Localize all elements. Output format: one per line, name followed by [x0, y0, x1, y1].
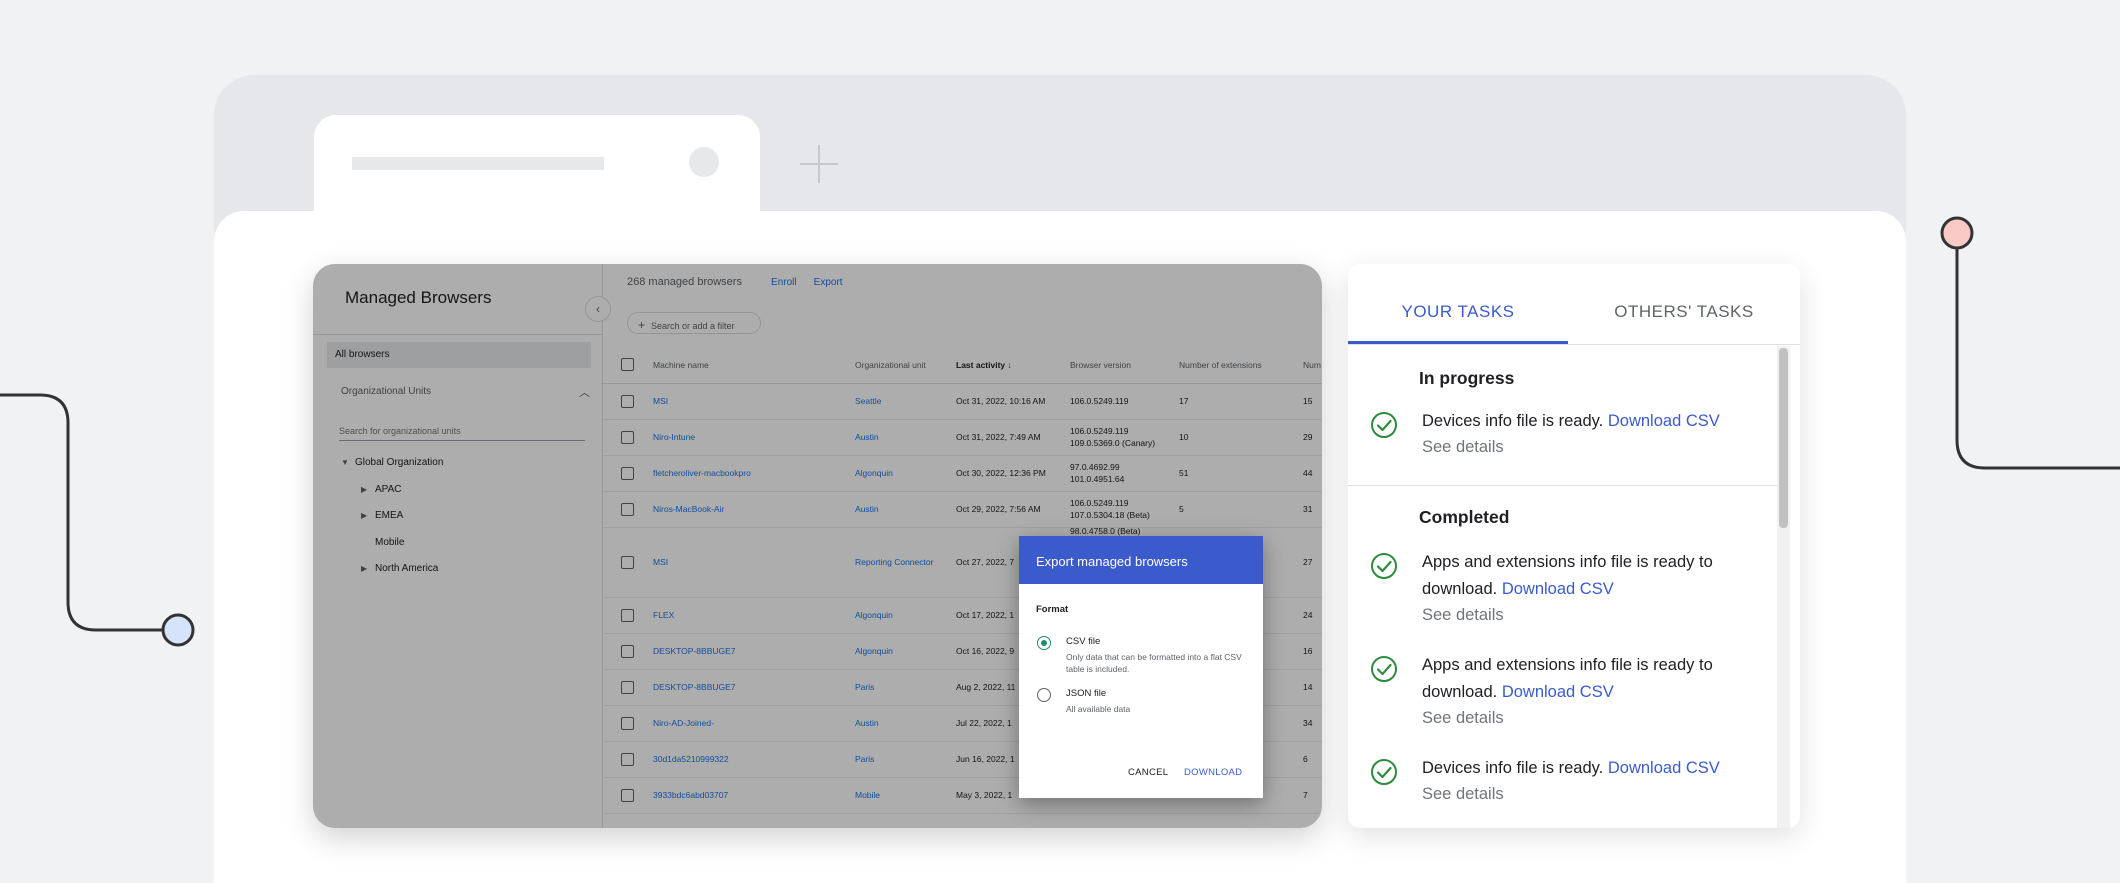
see-details-link[interactable]: See details	[1422, 438, 1504, 457]
json-option-desc: All available data	[1066, 704, 1131, 714]
dialog-title: Export managed browsers	[1019, 536, 1263, 584]
json-radio[interactable]	[1037, 688, 1051, 702]
task-text: Devices info file is ready.	[1422, 412, 1604, 430]
download-button[interactable]: DOWNLOAD	[1184, 767, 1242, 778]
tasks-panel: YOUR TASKS OTHERS' TASKS In progress Dev…	[1348, 264, 1800, 828]
check-circle-icon	[1370, 411, 1398, 439]
task-message: Apps and extensions info file is ready t…	[1422, 652, 1752, 706]
cancel-button[interactable]: CANCEL	[1128, 767, 1168, 778]
check-circle-icon	[1370, 758, 1398, 786]
in-progress-heading: In progress	[1419, 368, 1515, 388]
managed-browsers-console: Managed Browsers All browsers Organizati…	[313, 264, 1322, 828]
check-circle-icon	[1370, 655, 1398, 683]
tab-your-tasks[interactable]: YOUR TASKS	[1348, 302, 1568, 322]
download-csv-link[interactable]: Download CSV	[1502, 683, 1614, 701]
see-details-link[interactable]: See details	[1422, 606, 1504, 625]
task-text: Devices info file is ready.	[1422, 759, 1604, 777]
completed-heading: Completed	[1419, 507, 1510, 527]
json-option-title[interactable]: JSON file	[1066, 688, 1106, 699]
format-label: Format	[1036, 604, 1069, 615]
tab-title-placeholder	[352, 157, 604, 170]
download-csv-link[interactable]: Download CSV	[1608, 759, 1720, 777]
check-circle-icon	[1370, 552, 1398, 580]
export-dialog: Export managed browsers Format CSV file …	[1019, 536, 1263, 798]
csv-option-desc: Only data that can be formatted into a f…	[1066, 652, 1242, 674]
tab-divider	[1348, 344, 1800, 345]
download-csv-link[interactable]: Download CSV	[1608, 412, 1720, 430]
tab-close-placeholder[interactable]	[689, 147, 719, 177]
csv-option-title[interactable]: CSV file	[1066, 636, 1100, 647]
task-message: Apps and extensions info file is ready t…	[1422, 549, 1752, 603]
task-message: Devices info file is ready. Download CSV	[1422, 408, 1752, 435]
new-tab-icon[interactable]	[800, 145, 838, 183]
download-csv-link[interactable]: Download CSV	[1502, 580, 1614, 598]
csv-radio[interactable]	[1037, 636, 1051, 650]
scrollbar-thumb[interactable]	[1779, 348, 1788, 528]
task-message: Devices info file is ready. Download CSV	[1422, 755, 1752, 782]
see-details-link[interactable]: See details	[1422, 785, 1504, 804]
tab-others-tasks[interactable]: OTHERS' TASKS	[1568, 302, 1800, 322]
section-divider	[1348, 485, 1777, 486]
see-details-link[interactable]: See details	[1422, 709, 1504, 728]
